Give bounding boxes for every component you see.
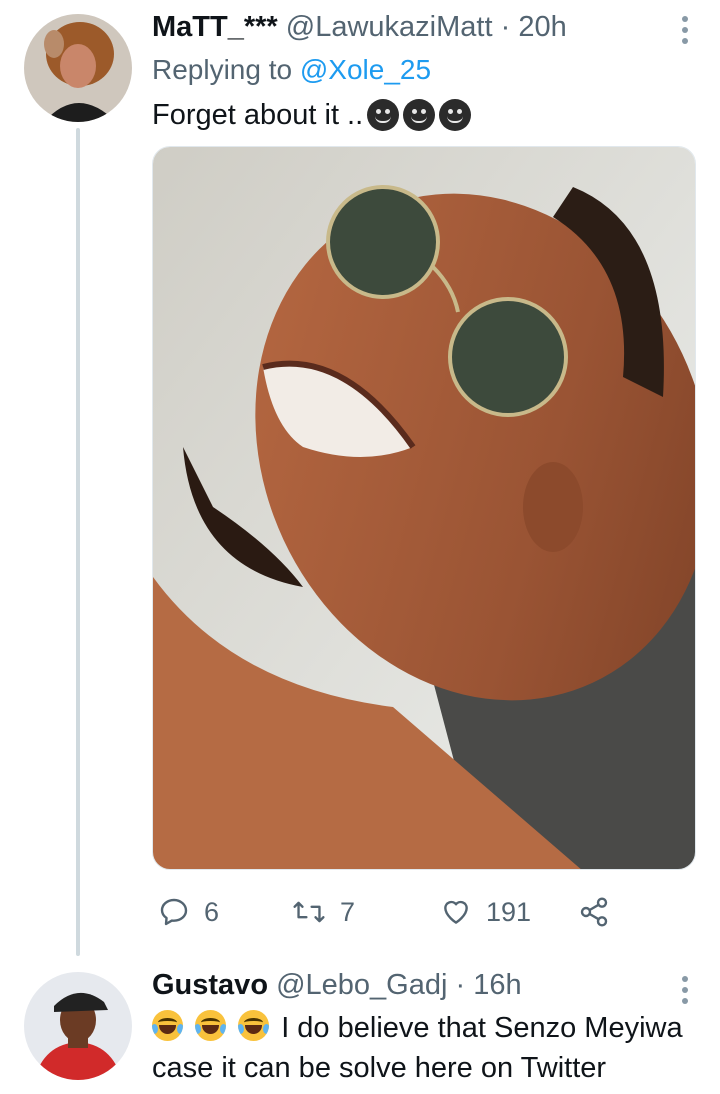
share-button[interactable]: [578, 892, 610, 932]
tweet-header: MaTT_*** @LawukaziMatt · 20h: [152, 10, 567, 44]
replying-prefix: Replying to: [152, 54, 293, 85]
reply-button[interactable]: 6: [158, 892, 219, 932]
timestamp[interactable]: 16h: [473, 969, 521, 1001]
mention-link[interactable]: @Xole_25: [300, 54, 431, 85]
separator: ·: [455, 969, 466, 1001]
handle[interactable]: @Lebo_Gadj: [276, 969, 447, 1001]
timestamp[interactable]: 20h: [518, 11, 566, 43]
retweet-icon: [293, 901, 325, 923]
thread-line: [76, 128, 80, 956]
tweet-text-body: Forget about it ..: [152, 99, 364, 131]
separator: ·: [500, 11, 511, 43]
more-vertical-icon[interactable]: [680, 976, 690, 1004]
avatar[interactable]: [24, 14, 132, 122]
tweet-text: Forget about it ..: [152, 96, 472, 134]
handle[interactable]: @LawukaziMatt: [286, 11, 493, 43]
tweet-text: I do believe that Senzo Meyiwa case it c…: [152, 1008, 707, 1088]
retweet-button[interactable]: 7: [292, 892, 355, 932]
tears-of-joy-emoji-icon: [238, 1010, 270, 1041]
tears-of-joy-emoji-icon: [195, 1010, 227, 1041]
dark-smiley-emoji-icon: [403, 99, 436, 131]
reply-count: 6: [204, 896, 220, 927]
display-name[interactable]: Gustavo: [152, 969, 268, 1001]
heart-icon: [444, 900, 468, 924]
like-button[interactable]: 191: [440, 892, 531, 932]
more-vertical-icon[interactable]: [680, 16, 690, 44]
comment-icon: [160, 898, 188, 926]
display-name[interactable]: MaTT_***: [152, 11, 278, 43]
tweet-header: Gustavo @Lebo_Gadj · 16h: [152, 968, 522, 1002]
like-count: 191: [486, 896, 532, 927]
tears-of-joy-emoji-icon: [152, 1010, 183, 1041]
dark-smiley-emoji-icon: [439, 99, 472, 131]
tweet-media-image[interactable]: [152, 146, 696, 870]
retweet-count: 7: [340, 896, 356, 927]
dark-smiley-emoji-icon: [367, 99, 400, 131]
replying-to: Replying to @Xole_25: [152, 54, 431, 86]
avatar[interactable]: [24, 972, 132, 1080]
tweet[interactable]: MaTT_*** @LawukaziMatt · 20h Replying to…: [0, 0, 720, 960]
share-icon: [580, 897, 608, 927]
tweet-text-body: I do believe that Senzo Meyiwa case it c…: [152, 1012, 683, 1084]
tweet-actions: 6 7 191: [152, 892, 622, 932]
